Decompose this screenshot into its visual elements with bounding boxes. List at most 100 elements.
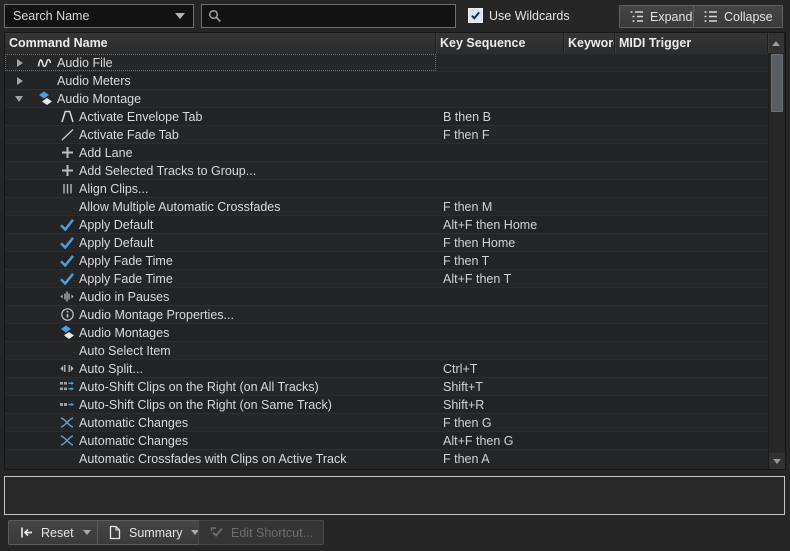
command-name-cell[interactable]: Automatic Changes bbox=[5, 432, 436, 449]
table-row[interactable]: Auto-Shift Clips on the Right (on All Tr… bbox=[5, 377, 768, 395]
column-header-keyword[interactable]: Keyword bbox=[564, 33, 615, 53]
table-row[interactable]: Audio in Pauses bbox=[5, 287, 768, 305]
column-header-key-sequence[interactable]: Key Sequence bbox=[436, 33, 564, 53]
command-name-cell[interactable]: Automatic Changes bbox=[5, 414, 436, 431]
command-name-cell[interactable]: Audio Montage Properties... bbox=[5, 306, 436, 323]
command-name-cell[interactable]: Add Lane bbox=[5, 144, 436, 161]
column-header-midi-trigger[interactable]: MIDI Trigger bbox=[615, 33, 768, 53]
command-label: Audio File bbox=[57, 56, 113, 70]
summary-button[interactable]: Summary bbox=[97, 520, 210, 545]
midi-trigger-cell bbox=[615, 306, 768, 323]
table-row[interactable]: Apply Fade TimeF then T bbox=[5, 251, 768, 269]
command-name-cell[interactable]: Apply Default bbox=[5, 234, 436, 251]
expander-spacer bbox=[13, 378, 33, 395]
keyword-cell bbox=[564, 180, 615, 197]
search-field-selector-value: Search Name bbox=[13, 9, 89, 23]
expander-spacer bbox=[13, 396, 33, 413]
table-row[interactable]: Add Selected Tracks to Group... bbox=[5, 161, 768, 179]
table-row[interactable]: Apply DefaultF then Home bbox=[5, 233, 768, 251]
vertical-scrollbar[interactable] bbox=[768, 53, 785, 469]
column-header-command-name[interactable]: Command Name bbox=[5, 33, 436, 53]
command-label: Add Lane bbox=[79, 146, 133, 160]
scrollbar-up-button[interactable] bbox=[768, 33, 785, 53]
command-name-cell[interactable]: Activate Fade Tab bbox=[5, 126, 436, 143]
command-name-cell[interactable]: Automatic Crossfades with Clips on Activ… bbox=[5, 450, 436, 467]
triangle-down-icon bbox=[773, 459, 781, 464]
scrollbar-down-button[interactable] bbox=[769, 453, 785, 469]
table-row[interactable]: Apply DefaultAlt+F then Home bbox=[5, 215, 768, 233]
table-row[interactable]: Activate Envelope TabB then B bbox=[5, 107, 768, 125]
midi-trigger-cell bbox=[615, 252, 768, 269]
table-row[interactable]: Activate Fade TabF then F bbox=[5, 125, 768, 143]
reset-button[interactable]: Reset bbox=[8, 520, 102, 545]
description-panel bbox=[4, 476, 785, 515]
table-row[interactable]: Auto Split...Ctrl+T bbox=[5, 359, 768, 377]
table-row[interactable]: Audio Montage bbox=[5, 89, 768, 107]
command-name-cell[interactable]: Audio Meters bbox=[5, 72, 436, 89]
collapse-tree-icon bbox=[703, 9, 718, 24]
table-row[interactable]: Allow Multiple Automatic CrossfadesF the… bbox=[5, 197, 768, 215]
search-input[interactable] bbox=[227, 9, 449, 23]
table-row[interactable]: Audio Meters bbox=[5, 71, 768, 89]
command-name-cell[interactable]: Align Clips... bbox=[5, 180, 436, 197]
check-icon bbox=[55, 252, 79, 269]
collapse-button[interactable]: Collapse bbox=[693, 5, 783, 28]
empty-icon bbox=[55, 342, 79, 359]
command-name-cell[interactable]: Auto-Shift Clips on the Right (on All Tr… bbox=[5, 378, 436, 395]
table-row[interactable]: Audio File bbox=[5, 53, 768, 71]
command-name-cell[interactable]: Activate Envelope Tab bbox=[5, 108, 436, 125]
collapse-arrow-icon[interactable] bbox=[13, 90, 33, 107]
command-name-cell[interactable]: Allow Multiple Automatic Crossfades bbox=[5, 198, 436, 215]
command-label: Audio Montage Properties... bbox=[79, 308, 234, 322]
command-name-cell[interactable]: Auto Split... bbox=[5, 360, 436, 377]
use-wildcards-label: Use Wildcards bbox=[489, 9, 570, 23]
command-name-cell[interactable]: Apply Fade Time bbox=[5, 252, 436, 269]
commands-table: Command Name Key Sequence Keyword MIDI T… bbox=[4, 32, 786, 470]
expand-arrow-icon[interactable] bbox=[13, 72, 33, 89]
expand-arrow-icon[interactable] bbox=[13, 54, 33, 71]
command-name-cell[interactable]: Auto-Shift Clips on the Right (on Same T… bbox=[5, 396, 436, 413]
table-row[interactable]: Automatic ChangesF then G bbox=[5, 413, 768, 431]
expander-spacer bbox=[13, 288, 33, 305]
key-sequence-cell: F then M bbox=[436, 198, 564, 215]
keyword-cell bbox=[564, 414, 615, 431]
command-name-cell[interactable]: Audio Montage bbox=[5, 90, 436, 107]
search-box[interactable] bbox=[201, 4, 456, 28]
command-name-cell[interactable]: Audio in Pauses bbox=[5, 288, 436, 305]
keyword-cell bbox=[564, 144, 615, 161]
key-sequence-cell: Ctrl+T bbox=[436, 360, 564, 377]
table-row[interactable]: Add Lane bbox=[5, 143, 768, 161]
command-name-cell[interactable]: Audio File bbox=[5, 54, 436, 71]
table-row[interactable]: Apply Fade TimeAlt+F then T bbox=[5, 269, 768, 287]
command-name-cell[interactable]: Apply Fade Time bbox=[5, 270, 436, 287]
search-field-selector[interactable]: Search Name bbox=[4, 4, 194, 28]
table-row[interactable]: Audio Montages bbox=[5, 323, 768, 341]
expander-spacer bbox=[13, 126, 33, 143]
expand-button-label: Expand bbox=[650, 10, 692, 24]
table-row[interactable]: Automatic Crossfades with Clips on Activ… bbox=[5, 449, 768, 467]
scrollbar-thumb[interactable] bbox=[771, 54, 783, 112]
command-name-cell[interactable]: Auto Select Item bbox=[5, 342, 436, 359]
expander-spacer bbox=[13, 306, 33, 323]
keyword-cell bbox=[564, 162, 615, 179]
table-row[interactable]: Automatic ChangesAlt+F then G bbox=[5, 431, 768, 449]
midi-trigger-cell bbox=[615, 432, 768, 449]
table-row[interactable]: Audio Montage Properties... bbox=[5, 305, 768, 323]
expand-button[interactable]: Expand bbox=[619, 5, 702, 28]
check-icon bbox=[55, 234, 79, 251]
shift-one-icon bbox=[55, 396, 79, 413]
edit-shortcut-button[interactable]: Edit Shortcut... bbox=[198, 520, 324, 545]
reset-button-label: Reset bbox=[41, 526, 74, 540]
keyword-cell bbox=[564, 198, 615, 215]
command-name-cell[interactable]: Add Selected Tracks to Group... bbox=[5, 162, 436, 179]
table-row[interactable]: Align Clips... bbox=[5, 179, 768, 197]
use-wildcards-checkbox[interactable] bbox=[468, 8, 483, 23]
expand-tree-icon bbox=[629, 9, 644, 24]
table-row[interactable]: Auto Select Item bbox=[5, 341, 768, 359]
key-sequence-cell bbox=[436, 162, 564, 179]
command-name-cell[interactable]: Apply Default bbox=[5, 216, 436, 233]
command-name-cell[interactable]: Audio Montages bbox=[5, 324, 436, 341]
table-row[interactable]: Auto-Shift Clips on the Right (on Same T… bbox=[5, 395, 768, 413]
midi-trigger-cell bbox=[615, 324, 768, 341]
expander-spacer bbox=[13, 162, 33, 179]
